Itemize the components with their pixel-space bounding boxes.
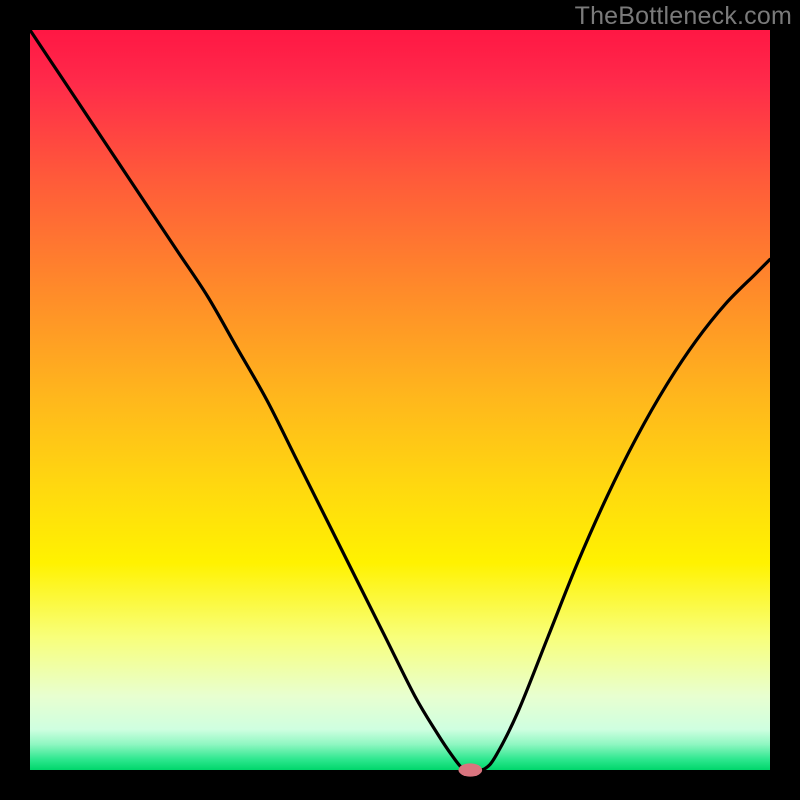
bottleneck-chart: TheBottleneck.com [0,0,800,800]
watermark-text: TheBottleneck.com [575,2,792,31]
chart-svg [0,0,800,800]
optimal-marker [458,763,482,776]
